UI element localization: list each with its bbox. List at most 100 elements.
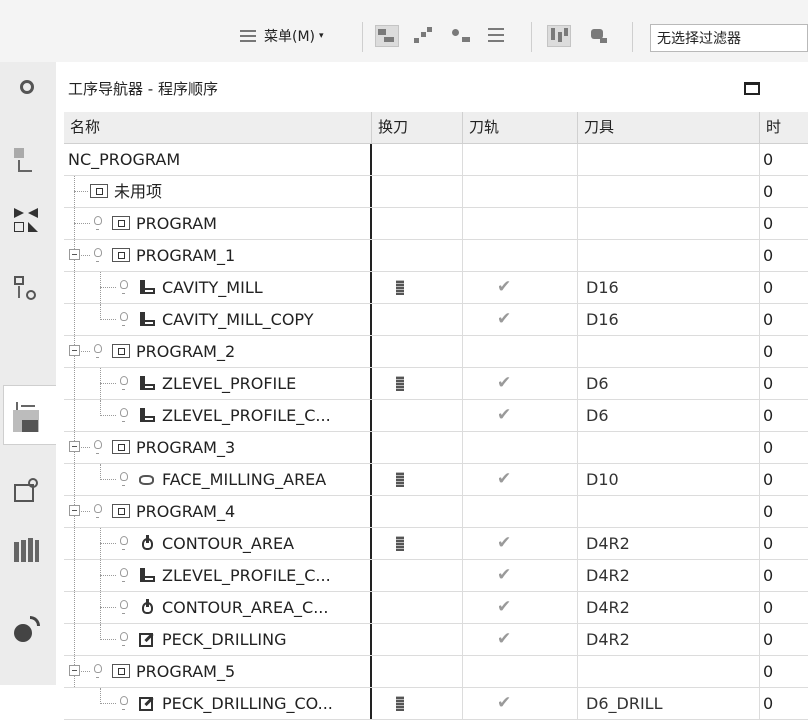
row-name: PROGRAM_5 — [136, 662, 236, 681]
collapse-icon[interactable] — [69, 665, 80, 676]
table-header: 名称 换刀 刀轨 刀具 时 — [64, 112, 808, 144]
status-bulb-icon — [94, 440, 102, 454]
table-row[interactable]: PROGRAM_4 0 — [64, 496, 808, 528]
assembly-navigator-icon[interactable] — [12, 206, 42, 236]
row-name: CAVITY_MILL_COPY — [162, 310, 314, 329]
selection-filter-dropdown[interactable]: 无选择过滤器 — [650, 24, 808, 52]
program-order-view-icon[interactable] — [375, 25, 399, 47]
table-row[interactable]: CONTOUR_AREA ✔ D4R2 0 — [64, 528, 808, 560]
settings-icon[interactable] — [12, 74, 42, 104]
row-tool: D16 — [578, 272, 760, 303]
row-tool — [578, 176, 760, 207]
contour-area-icon — [138, 535, 156, 552]
operation-table: 名称 换刀 刀轨 刀具 时 NC_PROGRAM 0 未用项 0 PROGRAM… — [64, 112, 808, 720]
zlevel-profile-icon — [138, 567, 156, 584]
table-row[interactable]: ZLEVEL_PROFILE ✔ D6 0 — [64, 368, 808, 400]
table-row[interactable]: PROGRAM_5 0 — [64, 656, 808, 688]
status-bulb-icon — [120, 472, 128, 486]
roles-icon[interactable] — [12, 614, 42, 644]
column-header-time[interactable]: 时 — [760, 112, 808, 143]
row-name: ZLEVEL_PROFILE — [162, 374, 297, 393]
table-row[interactable]: ZLEVEL_PROFILE_C... ✔ D6 0 — [64, 400, 808, 432]
program-group-icon — [90, 184, 108, 198]
table-row[interactable]: PROGRAM_3 0 — [64, 432, 808, 464]
table-row[interactable]: PECK_DRILLING_CO... ✔ D6_DRILL 0 — [64, 688, 808, 720]
row-tool — [578, 208, 760, 239]
row-name: PROGRAM_4 — [136, 502, 236, 521]
status-bulb-icon — [120, 696, 128, 710]
table-row[interactable]: NC_PROGRAM 0 — [64, 144, 808, 176]
part-navigator-icon[interactable] — [12, 146, 42, 176]
status-bulb-icon — [120, 568, 128, 582]
path-check-icon: ✔ — [497, 469, 512, 489]
row-time: 0 — [763, 598, 774, 617]
table-row[interactable]: CAVITY_MILL ✔ D16 0 — [64, 272, 808, 304]
row-time: 0 — [763, 534, 774, 553]
row-name: PECK_DRILLING_CO... — [162, 694, 333, 713]
program-group-icon — [112, 344, 130, 358]
tool-change-icon — [396, 376, 404, 391]
row-tool: D6 — [578, 400, 760, 431]
tool-library-icon[interactable] — [588, 26, 610, 46]
top-toolbar: 菜单(M) ▾ 无选择过滤器 — [0, 0, 808, 63]
constraint-navigator-icon[interactable] — [12, 274, 42, 304]
row-tool — [578, 432, 760, 463]
zlevel-profile-icon — [138, 375, 156, 392]
column-header-name[interactable]: 名称 — [64, 112, 372, 143]
row-time: 0 — [763, 630, 774, 649]
row-name: PROGRAM_1 — [136, 246, 236, 265]
table-row[interactable]: PROGRAM_1 0 — [64, 240, 808, 272]
table-row[interactable]: CAVITY_MILL_COPY ✔ D16 0 — [64, 304, 808, 336]
geometry-view-icon[interactable] — [450, 26, 472, 46]
table-row[interactable]: CONTOUR_AREA_C... ✔ D4R2 0 — [64, 592, 808, 624]
table-row[interactable]: FACE_MILLING_AREA ✔ D10 0 — [64, 464, 808, 496]
peck-drilling-icon — [138, 631, 156, 648]
row-tool: D4R2 — [578, 592, 760, 623]
panel-title: 工序导航器 - 程序顺序 — [68, 80, 218, 98]
row-name: CONTOUR_AREA_C... — [162, 598, 329, 617]
program-group-icon — [112, 216, 130, 230]
row-time: 0 — [763, 470, 774, 489]
history-icon[interactable] — [12, 536, 42, 566]
reuse-library-icon[interactable] — [12, 476, 42, 506]
path-check-icon: ✔ — [497, 277, 512, 297]
tool-change-icon — [396, 280, 404, 295]
table-row[interactable]: ZLEVEL_PROFILE_C... ✔ D4R2 0 — [64, 560, 808, 592]
row-name: PROGRAM — [136, 214, 217, 233]
path-check-icon: ✔ — [497, 533, 512, 553]
status-bulb-icon — [120, 632, 128, 646]
row-tool — [578, 496, 760, 527]
table-row[interactable]: PROGRAM 0 — [64, 208, 808, 240]
machining-method-view-icon[interactable] — [486, 26, 508, 46]
row-time: 0 — [763, 278, 774, 297]
menu-button[interactable]: 菜单(M) ▾ — [238, 26, 324, 46]
menu-icon — [238, 28, 258, 44]
collapse-icon[interactable] — [69, 505, 80, 516]
column-header-tool[interactable]: 刀具 — [578, 112, 760, 143]
path-check-icon: ✔ — [497, 565, 512, 585]
status-bulb-icon — [120, 376, 128, 390]
table-row[interactable]: PROGRAM_2 0 — [64, 336, 808, 368]
maximize-icon[interactable] — [744, 82, 760, 95]
table-row[interactable]: 未用项 0 — [64, 176, 808, 208]
machine-tool-view-icon[interactable] — [412, 26, 434, 46]
collapse-icon[interactable] — [69, 441, 80, 452]
collapse-icon[interactable] — [69, 249, 80, 260]
zlevel-profile-icon — [138, 407, 156, 424]
column-header-tool-change[interactable]: 换刀 — [372, 112, 463, 143]
table-row[interactable]: PECK_DRILLING ✔ D4R2 0 — [64, 624, 808, 656]
collapse-icon[interactable] — [69, 345, 80, 356]
row-time: 0 — [763, 310, 774, 329]
chevron-down-icon: ▾ — [319, 31, 324, 41]
row-name: PROGRAM_2 — [136, 342, 236, 361]
machine-tool-navigator-icon[interactable] — [12, 406, 42, 436]
collapse-all-icon[interactable] — [547, 25, 571, 47]
path-check-icon: ✔ — [497, 405, 512, 425]
peck-drilling-icon — [138, 695, 156, 712]
face-milling-icon — [138, 471, 156, 488]
path-check-icon: ✔ — [497, 373, 512, 393]
status-bulb-icon — [94, 248, 102, 262]
row-time: 0 — [763, 150, 774, 169]
cavity-mill-icon — [138, 311, 156, 328]
column-header-path[interactable]: 刀轨 — [463, 112, 578, 143]
